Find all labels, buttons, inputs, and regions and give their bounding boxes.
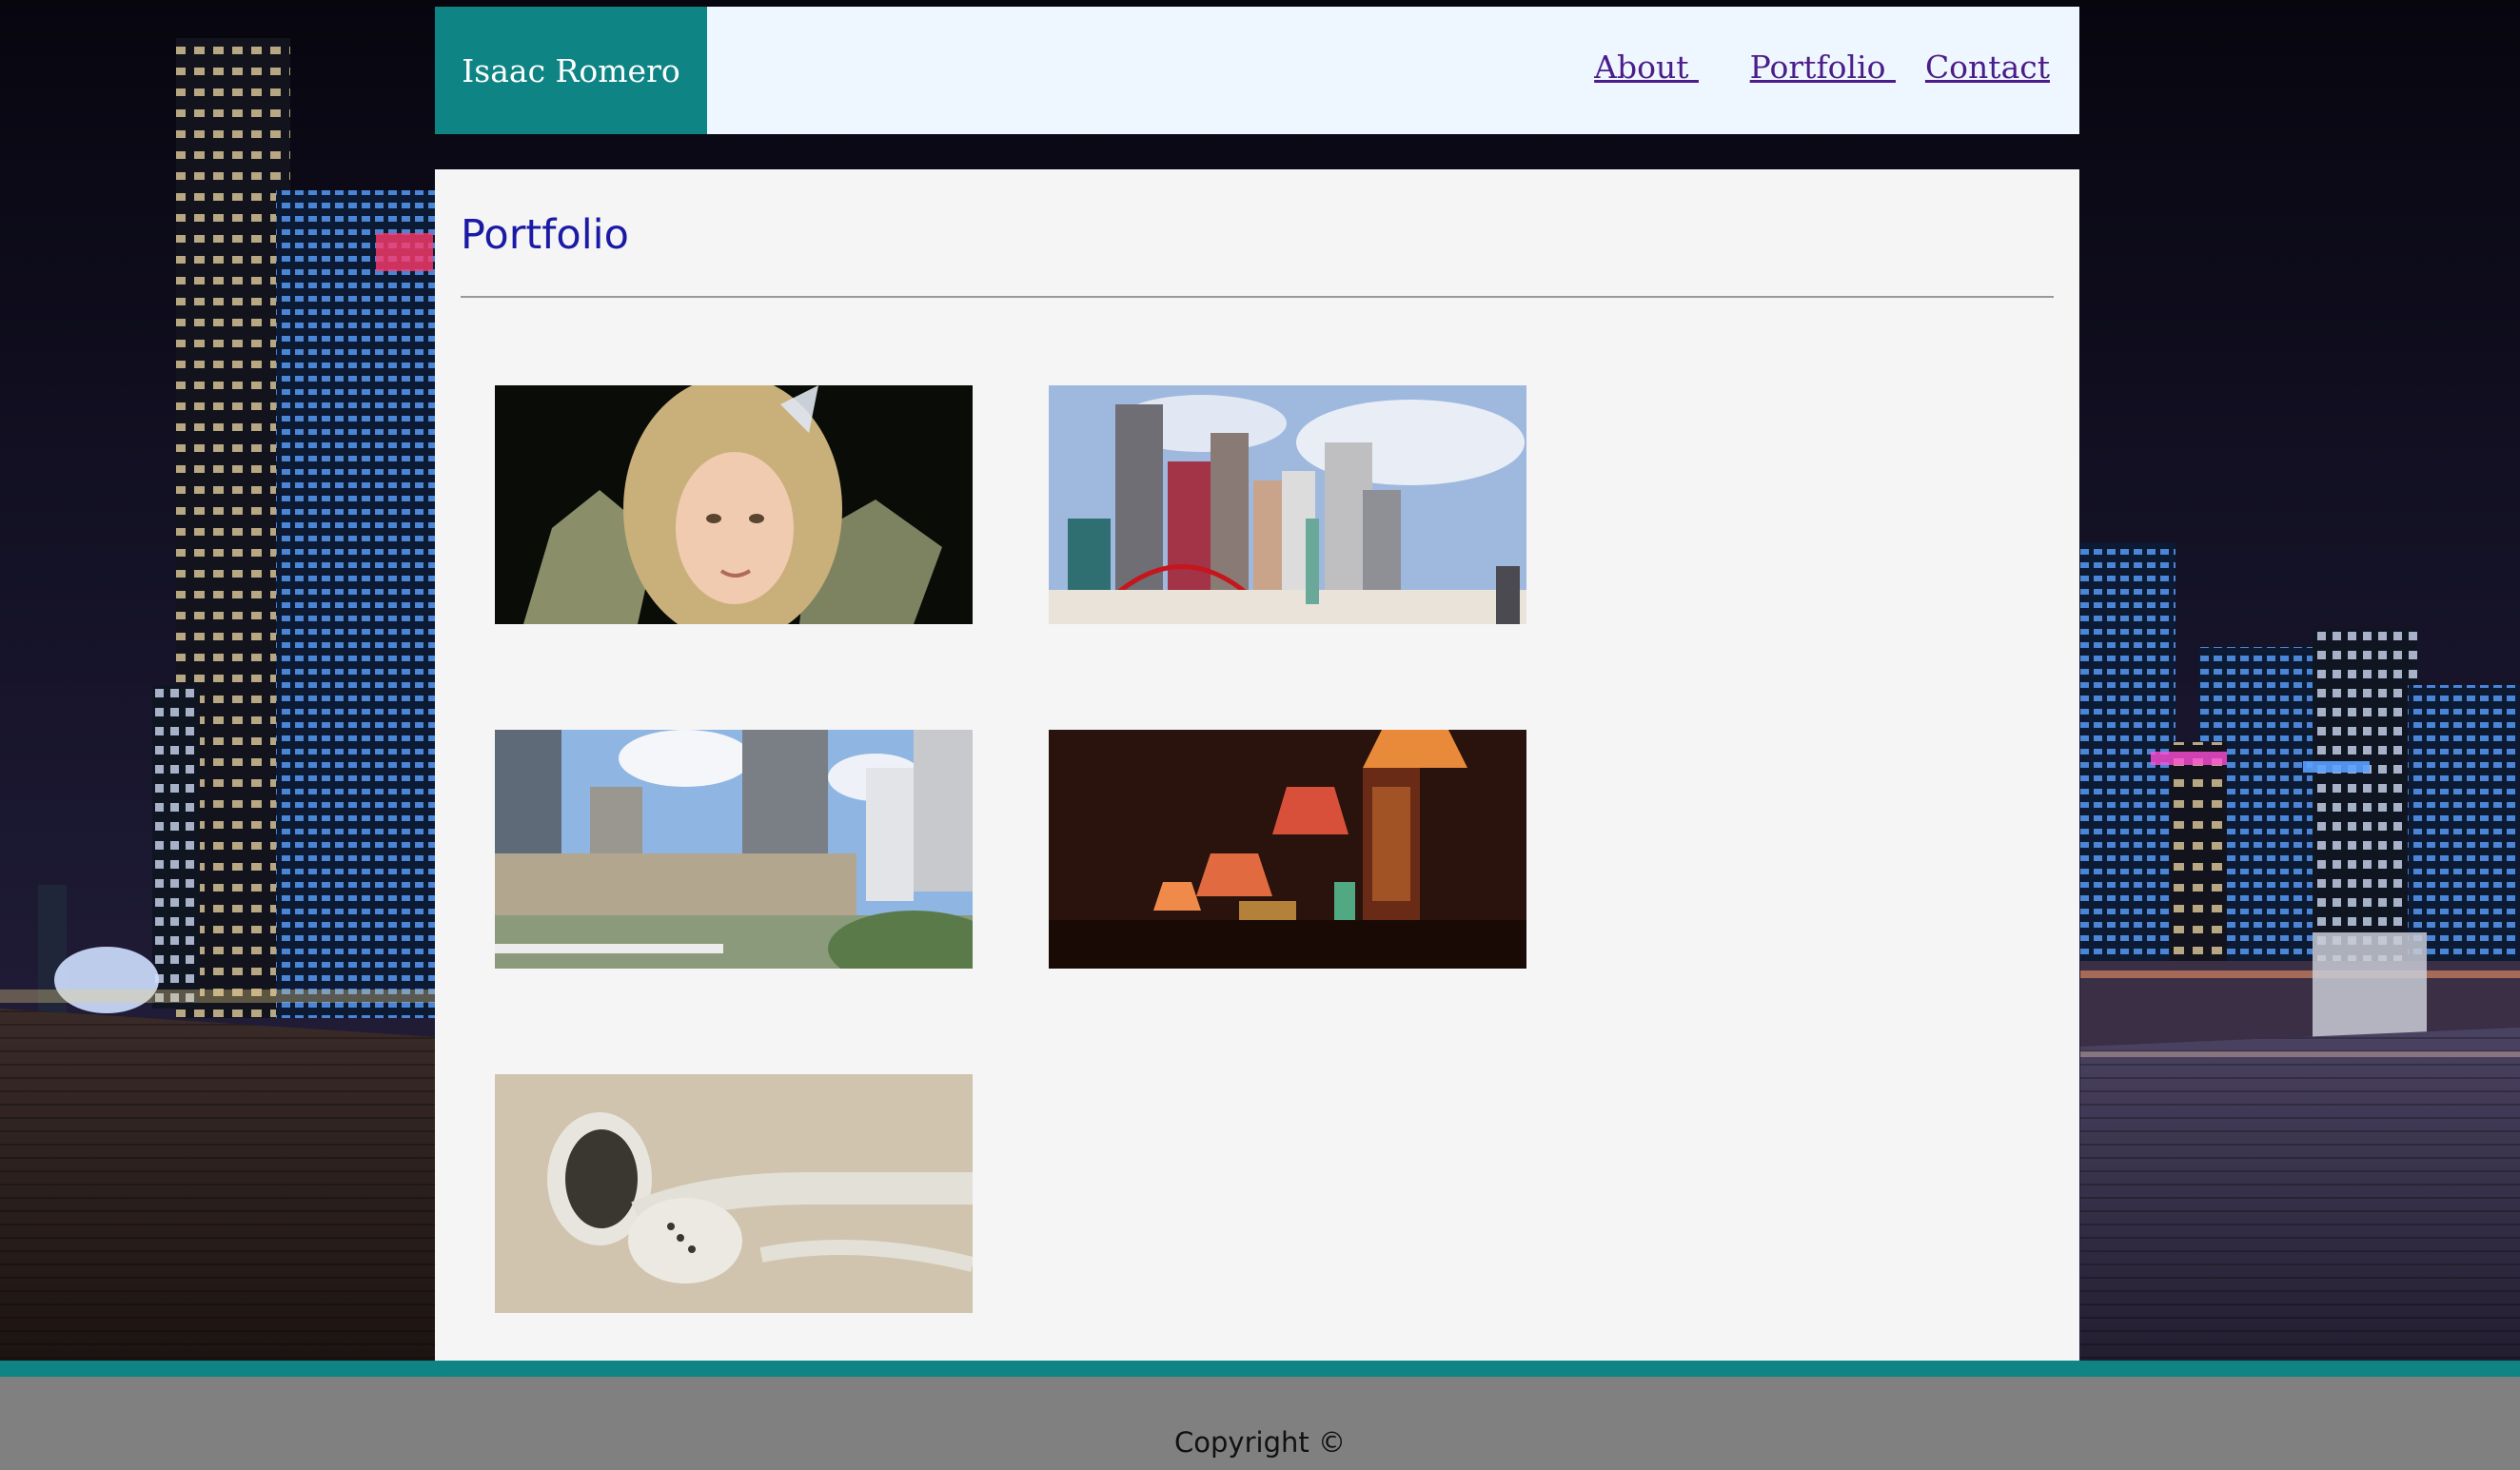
brand-name: Isaac Romero [462, 51, 680, 89]
gallery-image-hanging-lamps-shop[interactable] [1049, 730, 1526, 969]
nav-link-portfolio[interactable]: Portfolio [1750, 49, 1896, 86]
gallery-image-new-york-new-york-skyline[interactable] [1049, 385, 1526, 624]
nav-link-about[interactable]: About [1594, 49, 1699, 86]
site-footer: Copyright © [0, 1377, 2520, 1470]
copyright-text: Copyright © [1174, 1426, 1346, 1459]
brand-logo[interactable]: Isaac Romero [435, 7, 707, 134]
gallery-image-white-earbuds[interactable] [495, 1074, 973, 1313]
title-divider [461, 296, 2054, 298]
site-header: Isaac Romero About Portfolio Contact [435, 7, 2079, 134]
gallery-image-girl-with-butterfly[interactable] [495, 385, 973, 624]
portfolio-panel: Portfolio [435, 169, 2079, 1361]
footer-accent-bar [0, 1361, 2520, 1377]
gallery-image-city-buildings-daytime[interactable] [495, 730, 973, 969]
nav-link-contact[interactable]: Contact [1925, 49, 2050, 86]
page-title: Portfolio [461, 211, 629, 259]
